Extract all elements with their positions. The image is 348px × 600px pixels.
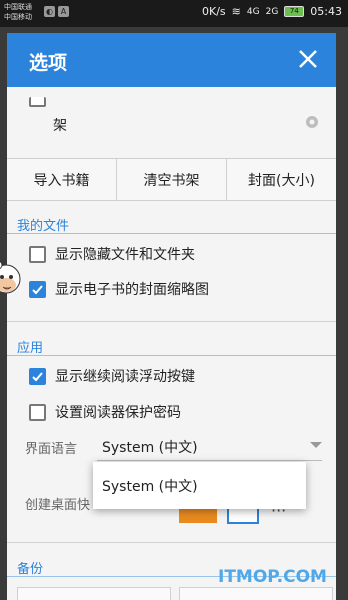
options-dialog: 选项 架 导入书籍 清空书架 封面(大小) 我的文件 显示隐藏文件和文件夹 显示… [7,33,336,600]
language-select[interactable]: System (中文) [102,437,198,457]
gear-icon[interactable] [302,112,322,132]
dropdown-arrow-icon[interactable] [310,442,322,448]
signal-4g: 4G [246,6,260,17]
cover-thumbnail-label: 显示电子书的封面缩略图 [55,282,209,298]
backup-button[interactable]: 备份 [17,587,171,600]
hidden-files-checkbox[interactable] [29,245,46,263]
divider [7,321,336,322]
password-label: 设置阅读器保护密码 [55,405,181,421]
clock: 05:43 [310,5,342,18]
option-cover-thumbnail[interactable]: 显示电子书的封面缩略图 [7,279,336,299]
wifi-icon: ≋ [231,5,241,18]
cover-thumbnail-checkbox[interactable] [29,280,46,298]
section-backup: 备份 [17,562,44,577]
app-notification-icon: A [58,6,69,17]
section-divider [7,233,336,234]
check-icon [32,371,43,381]
battery-icon: 74 [284,6,305,17]
language-underline [97,460,322,461]
close-icon[interactable] [294,45,322,73]
password-checkbox[interactable] [29,403,46,421]
restore-button[interactable]: 恢复 [179,587,333,600]
status-bar: 中国联通 中国移动 ◐ A 0K/s ≋ 4G 2G 74 05:43 [0,0,348,27]
dialog-content: 架 导入书籍 清空书架 封面(大小) 我的文件 显示隐藏文件和文件夹 显示电子书… [7,87,336,600]
option-hidden-files[interactable]: 显示隐藏文件和文件夹 [7,244,336,264]
partial-option-row[interactable]: 架 [7,97,336,135]
watermark: ITMOP.COM [218,567,327,587]
section-divider [7,355,336,356]
divider [7,542,336,543]
import-books-button[interactable]: 导入书籍 [7,159,117,200]
dialog-titlebar: 选项 [7,33,336,87]
partial-option-label: 架 [53,118,67,134]
option-password[interactable]: 设置阅读器保护密码 [7,402,336,422]
mascot-icon [0,260,21,294]
clear-shelf-button[interactable]: 清空书架 [117,159,227,200]
cover-size-button[interactable]: 封面(大小) [227,159,336,200]
float-button-label: 显示继续阅读浮动按键 [55,369,195,385]
action-button-row: 导入书籍 清空书架 封面(大小) [7,158,336,201]
language-label: 界面语言 [25,442,78,457]
check-icon [32,284,43,294]
section-my-files: 我的文件 [17,219,70,234]
shortcut-label: 创建桌面快 [25,498,91,513]
language-dropdown-option[interactable]: System (中文) [93,462,306,509]
carrier-info: 中国联通 中国移动 [4,3,32,21]
section-app: 应用 [17,341,44,356]
hidden-files-label: 显示隐藏文件和文件夹 [55,247,195,263]
option-float-button[interactable]: 显示继续阅读浮动按键 [7,366,336,386]
float-button-checkbox[interactable] [29,367,46,385]
partial-checkbox[interactable] [29,97,46,107]
dialog-title: 选项 [29,52,68,74]
signal-2g: 2G [265,6,279,17]
notification-icon: ◐ [44,6,55,17]
net-speed: 0K/s [202,5,226,18]
